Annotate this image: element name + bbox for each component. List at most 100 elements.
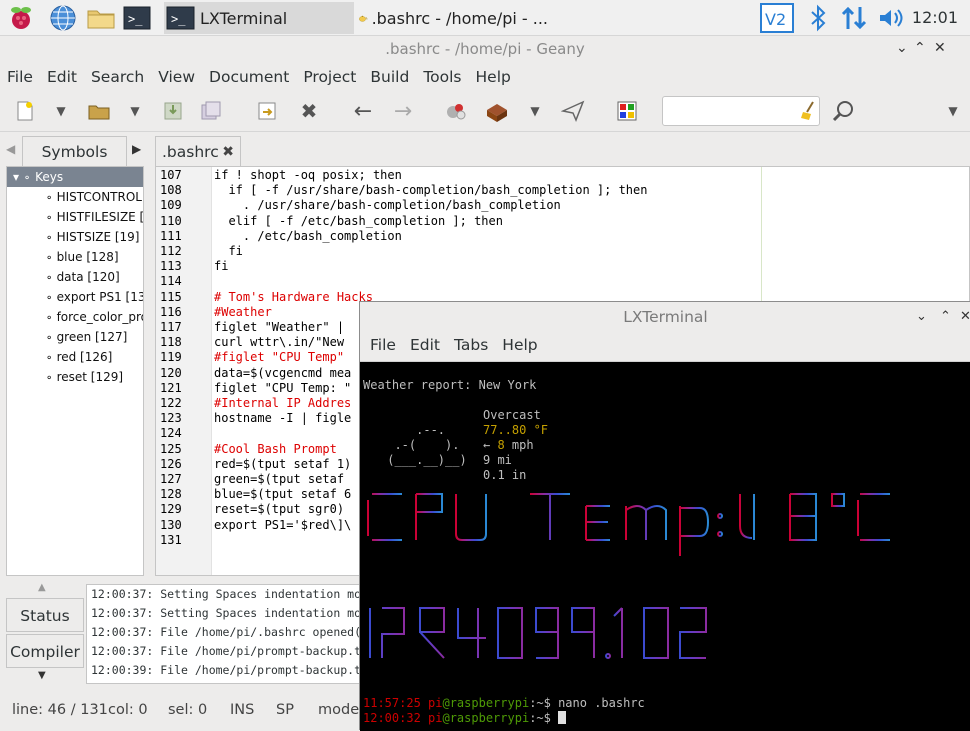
cloud-art-line: (___.__)__) bbox=[380, 453, 474, 467]
symbol-label: export PS1 [13 bbox=[56, 290, 144, 304]
maximize-icon[interactable]: ⌃ bbox=[940, 302, 951, 332]
open-folder-icon[interactable] bbox=[86, 98, 112, 124]
symbol-item[interactable]: ⚬ HISTCONTROL bbox=[7, 187, 143, 207]
tab-bashrc[interactable]: .bashrc ✖ bbox=[155, 136, 241, 166]
forward-arrow-icon[interactable]: → bbox=[390, 98, 416, 124]
menu-tabs[interactable]: Tabs bbox=[447, 332, 495, 361]
volume-icon[interactable] bbox=[876, 3, 906, 33]
revert-icon[interactable] bbox=[254, 98, 280, 124]
terminal-launcher-icon[interactable]: >_ bbox=[122, 3, 152, 33]
tab-scroll-down-icon[interactable]: ▼ bbox=[38, 670, 46, 681]
geany-titlebar[interactable]: .bashrc - /home/pi - Geany bbox=[0, 36, 970, 64]
menu-help[interactable]: Help bbox=[469, 64, 518, 92]
network-arrows-icon[interactable] bbox=[840, 3, 868, 33]
terminal-screen[interactable]: Weather report: New York Overcast 77..80… bbox=[360, 362, 970, 731]
minimize-icon[interactable]: ⌄ bbox=[896, 40, 908, 56]
compile-icon[interactable] bbox=[444, 98, 470, 124]
lxterminal-titlebar[interactable]: LXTerminal ⌄ ⌃ ✕ bbox=[360, 302, 970, 332]
wind-unit: mph bbox=[504, 438, 534, 452]
tab-scroll-left-icon[interactable]: ◀ bbox=[6, 142, 15, 156]
raspberry-menu-icon[interactable] bbox=[6, 3, 36, 33]
task-lxterminal[interactable]: >_ LXTerminal bbox=[164, 2, 354, 34]
symbol-item[interactable]: ⚬ red [126] bbox=[7, 347, 143, 367]
save-all-icon[interactable] bbox=[198, 98, 224, 124]
new-file-icon[interactable] bbox=[12, 98, 38, 124]
tab-scroll-right-icon[interactable]: ▶ bbox=[132, 142, 141, 156]
minimize-icon[interactable]: ⌄ bbox=[916, 302, 927, 332]
code-line: figlet "CPU Temp: " bbox=[214, 380, 352, 395]
tab-label: .bashrc bbox=[162, 143, 219, 161]
vnc-icon[interactable]: V2 bbox=[760, 3, 794, 33]
code-line: data=$(vcgencmd mea bbox=[214, 365, 352, 380]
tab-close-icon[interactable]: ✖ bbox=[222, 137, 234, 167]
color-chooser-icon[interactable] bbox=[614, 98, 640, 124]
execute-send-icon[interactable] bbox=[560, 98, 586, 124]
task-geany[interactable]: .bashrc - /home/pi - ... bbox=[356, 2, 548, 34]
menu-project[interactable]: Project bbox=[296, 64, 363, 92]
line-number: 118 bbox=[160, 335, 182, 350]
close-icon[interactable]: ✕ bbox=[934, 40, 946, 56]
weather-precip: 0.1 in bbox=[483, 468, 527, 482]
symbol-group-keys[interactable]: ▾ ⚬ Keys bbox=[7, 167, 143, 187]
code-line: fi bbox=[214, 244, 243, 258]
code-line: export PS1='$red\]\ bbox=[214, 517, 352, 532]
open-dropdown-icon[interactable]: ▼ bbox=[122, 98, 148, 124]
symbol-item[interactable]: ⚬ force_color_pro bbox=[7, 307, 143, 327]
browser-globe-icon[interactable] bbox=[48, 3, 78, 33]
prompt-command: :~$ bbox=[529, 711, 559, 725]
prompt-host: @raspberrypi bbox=[442, 696, 530, 710]
symbol-variable-icon: ⚬ bbox=[45, 233, 57, 244]
symbol-item[interactable]: ⚬ blue [128] bbox=[7, 247, 143, 267]
symbol-label: data [120] bbox=[56, 270, 120, 284]
menu-search[interactable]: Search bbox=[84, 64, 151, 92]
code-line: if ! shopt -oq posix; then bbox=[214, 168, 402, 182]
symbol-item[interactable]: ⚬ HISTFILESIZE [ bbox=[7, 207, 143, 227]
menu-file[interactable]: File bbox=[360, 332, 403, 361]
tab-compiler[interactable]: Compiler bbox=[6, 634, 84, 668]
clock[interactable]: 12:01 bbox=[912, 8, 958, 27]
symbol-item[interactable]: ⚬ export PS1 [13 bbox=[7, 287, 143, 307]
build-bricks-icon[interactable] bbox=[484, 98, 510, 124]
menu-build[interactable]: Build bbox=[363, 64, 416, 92]
symbol-key-icon: ⚬ bbox=[22, 173, 32, 184]
menu-document[interactable]: Document bbox=[202, 64, 296, 92]
line-number: 119 bbox=[160, 350, 182, 365]
close-file-icon[interactable]: ✖ bbox=[296, 98, 322, 124]
menu-file[interactable]: File bbox=[0, 64, 40, 92]
status-sel: sel: 0 bbox=[168, 702, 208, 718]
tab-scroll-up-icon[interactable]: ▲ bbox=[38, 582, 46, 593]
back-arrow-icon[interactable]: ← bbox=[350, 98, 376, 124]
menu-tools[interactable]: Tools bbox=[416, 64, 468, 92]
toolbar-overflow-icon[interactable]: ▼ bbox=[940, 98, 966, 124]
symbol-item[interactable]: ⚬ green [127] bbox=[7, 327, 143, 347]
status-log[interactable]: 12:00:37: Setting Spaces indentation mod… bbox=[86, 584, 360, 684]
new-dropdown-icon[interactable]: ▼ bbox=[48, 98, 74, 124]
menu-edit[interactable]: Edit bbox=[403, 332, 447, 361]
code-line: # Tom's Hardware Hacks bbox=[214, 289, 373, 304]
geany-toolbar: ▼ ▼ ✖ ← → ▼ ▼ bbox=[0, 92, 970, 132]
find-magnifier-icon[interactable] bbox=[830, 98, 856, 124]
symbol-item[interactable]: ⚬ HISTSIZE [19] bbox=[7, 227, 143, 247]
save-icon[interactable] bbox=[160, 98, 186, 124]
bluetooth-icon[interactable] bbox=[806, 3, 830, 33]
maximize-icon[interactable]: ⌃ bbox=[914, 40, 926, 56]
status-mode: mode bbox=[318, 702, 360, 718]
terminal-icon: >_ bbox=[166, 6, 195, 30]
file-manager-folder-icon[interactable] bbox=[86, 3, 116, 33]
log-line: 12:00:37: Setting Spaces indentation mod… bbox=[91, 606, 360, 620]
prompt-command: :~$ nano .bashrc bbox=[529, 696, 645, 710]
menu-edit[interactable]: Edit bbox=[40, 64, 84, 92]
menu-view[interactable]: View bbox=[151, 64, 202, 92]
code-line: elif [ -f /etc/bash_completion ]; then bbox=[214, 213, 503, 228]
symbol-item[interactable]: ⚬ data [120] bbox=[7, 267, 143, 287]
clear-broom-icon[interactable] bbox=[796, 98, 822, 124]
close-icon[interactable]: ✕ bbox=[960, 302, 970, 332]
tab-status[interactable]: Status bbox=[6, 598, 84, 632]
line-number: 117 bbox=[160, 320, 182, 334]
geany-teapot-icon bbox=[359, 15, 368, 22]
symbol-item[interactable]: ⚬ reset [129] bbox=[7, 367, 143, 387]
build-dropdown-icon[interactable]: ▼ bbox=[522, 98, 548, 124]
tab-symbols[interactable]: Symbols bbox=[22, 136, 127, 166]
menu-help[interactable]: Help bbox=[495, 332, 544, 361]
symbols-panel: ▾ ⚬ Keys ⚬ HISTCONTROL ⚬ HISTFILESIZE [⚬ … bbox=[6, 166, 144, 576]
